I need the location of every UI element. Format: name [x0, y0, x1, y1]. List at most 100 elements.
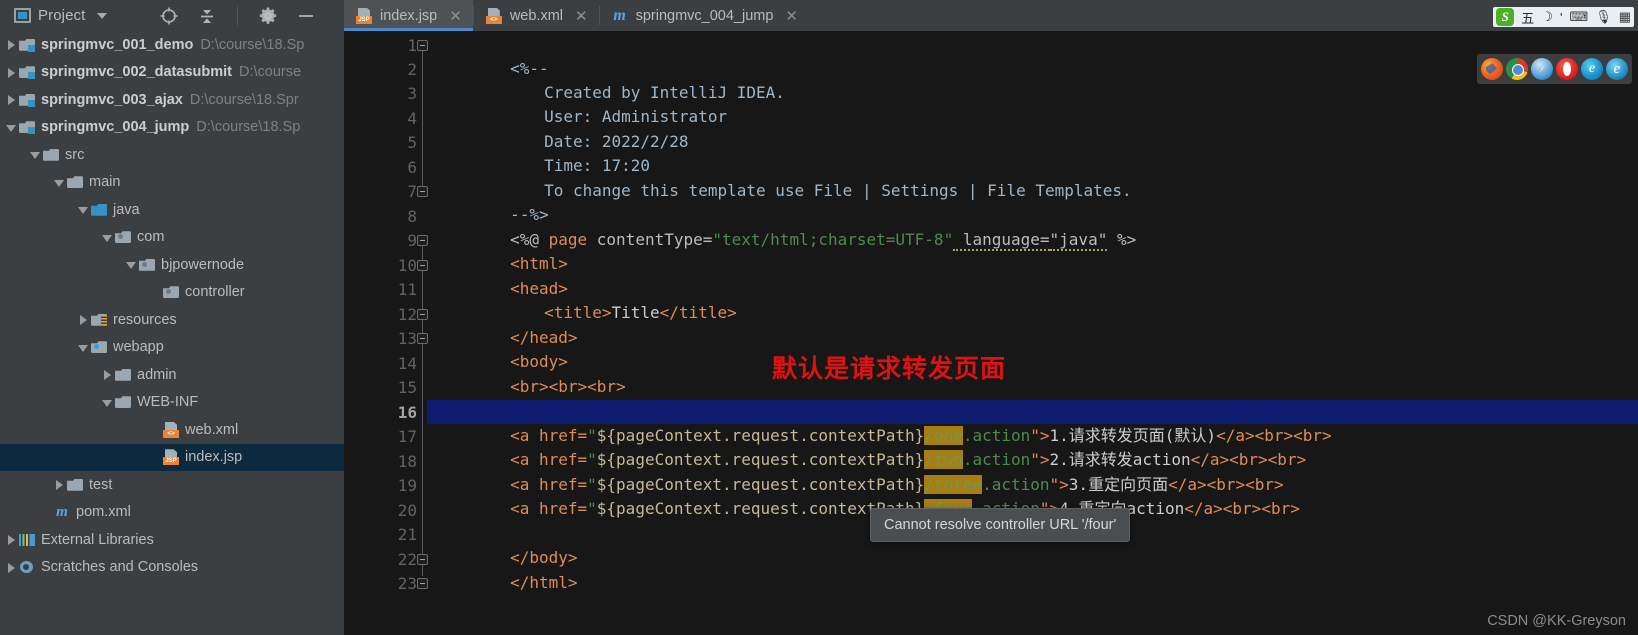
tree-node-java[interactable]: java	[0, 196, 344, 224]
source-root-folder-icon	[91, 203, 107, 217]
module-folder-icon	[19, 120, 35, 135]
expand-arrow-icon[interactable]	[78, 314, 89, 326]
tree-node-pom-xml[interactable]: m pom.xml	[0, 499, 344, 527]
tree-node-label: index.jsp	[185, 449, 243, 466]
tree-node-com[interactable]: com	[0, 224, 344, 252]
tree-node-web-xml[interactable]: web.xml	[0, 416, 344, 444]
tree-node-resources[interactable]: resources	[0, 306, 344, 334]
expand-arrow-icon[interactable]	[6, 39, 17, 51]
chevron-down-icon[interactable]	[97, 12, 108, 19]
tree-node-scratches-and-consoles[interactable]: Scratches and Consoles	[0, 554, 344, 582]
browser-launch-toolbar[interactable]	[1477, 54, 1632, 84]
close-icon[interactable]: ✕	[575, 7, 588, 25]
code-line-19[interactable]: <a href="${pageContext.request.contextPa…	[427, 473, 1638, 519]
collapse-arrow-icon[interactable]	[30, 149, 41, 160]
sogou-ime-toolbar[interactable]: S 五 ☽ ' ⌨ 🎙 ▦	[1493, 7, 1634, 27]
toolbar-divider	[237, 5, 239, 26]
collapse-arrow-icon[interactable]	[6, 122, 17, 133]
sogou-logo-icon[interactable]: S	[1496, 8, 1515, 26]
opera-icon[interactable]	[1556, 58, 1578, 80]
tree-node-admin[interactable]: admin	[0, 361, 344, 389]
locate-icon[interactable]	[159, 6, 179, 26]
expand-arrow-icon[interactable]	[54, 479, 65, 491]
tree-node-test[interactable]: test	[0, 471, 344, 499]
tab-web-xml[interactable]: web.xml ✕	[474, 0, 599, 31]
tab-index-jsp[interactable]: index.jsp ✕	[344, 0, 473, 31]
tree-node-springmvc-003-ajax[interactable]: springmvc_003_ajax D:\course\18.Spr	[0, 86, 344, 114]
tree-node-path: D:\course	[239, 64, 302, 81]
expand-arrow-icon[interactable]	[6, 562, 17, 573]
jsp-file-icon	[356, 8, 372, 24]
tab-springmvc-004-jump[interactable]: m springmvc_004_jump ✕	[600, 0, 809, 31]
code-line-18[interactable]: <a href="${pageContext.request.contextPa…	[427, 449, 1638, 495]
minimize-icon[interactable]	[296, 6, 316, 26]
tree-node-path: D:\course\18.Spr	[189, 91, 299, 108]
tree-node-label: springmvc_003_ajax	[41, 91, 183, 108]
package-icon	[139, 258, 155, 272]
tree-node-label: controller	[185, 284, 245, 301]
code-line-16[interactable]: <a href="${pageContext.request.contextPa…	[427, 400, 1638, 446]
tree-node-springmvc-001-demo[interactable]: springmvc_001_demo D:\course\18.Sp	[0, 31, 344, 59]
resources-folder-icon	[91, 313, 107, 327]
project-tree-panel[interactable]: springmvc_001_demo D:\course\18.Sp sprin…	[0, 31, 344, 635]
line-number: 23	[397, 574, 417, 593]
tree-node-bjpowernode[interactable]: bjpowernode	[0, 251, 344, 279]
line-number: 6	[407, 158, 417, 177]
jsp-file-icon	[163, 449, 179, 466]
collapse-arrow-icon[interactable]	[102, 232, 113, 243]
close-icon[interactable]: ✕	[449, 7, 462, 25]
tree-node-controller[interactable]: controller	[0, 279, 344, 307]
keyboard-icon[interactable]: ⌨	[1569, 9, 1588, 25]
package-icon	[163, 285, 179, 299]
code-line-6: To change this template use File | Setti…	[427, 155, 1638, 200]
collapse-all-icon[interactable]	[197, 6, 217, 26]
ie-icon[interactable]	[1606, 58, 1628, 80]
expand-arrow-icon[interactable]	[6, 534, 17, 546]
ime-mode-label[interactable]: 五	[1521, 8, 1534, 27]
expand-arrow-icon[interactable]	[6, 94, 17, 106]
chrome-icon[interactable]	[1506, 58, 1528, 80]
collapse-arrow-icon[interactable]	[102, 397, 113, 408]
tree-node-path: D:\course\18.Sp	[200, 36, 305, 53]
microphone-icon[interactable]: 🎙	[1595, 9, 1612, 25]
moon-icon[interactable]: ☽	[1541, 9, 1553, 25]
tree-node-label: External Libraries	[41, 531, 154, 548]
line-number: 1	[407, 36, 417, 55]
punctuation-icon[interactable]: '	[1560, 10, 1562, 25]
toolbox-grid-icon[interactable]: ▦	[1619, 9, 1631, 25]
code-editor[interactable]: 1 2 3 4 5 6 7 8 9 10 11 12 13 14 15 16 1…	[344, 31, 1638, 635]
project-tool-window-button[interactable]: Project	[0, 0, 108, 31]
tree-node-springmvc-002-datasubmit[interactable]: springmvc_002_datasubmit D:\course	[0, 59, 344, 87]
tree-node-label: test	[89, 476, 113, 493]
collapse-arrow-icon[interactable]	[126, 259, 137, 270]
collapse-arrow-icon[interactable]	[54, 177, 65, 188]
maven-icon: m	[613, 6, 626, 24]
tree-node-label: WEB-INF	[137, 394, 199, 411]
collapse-arrow-icon[interactable]	[78, 204, 89, 215]
tree-node-index-jsp[interactable]: index.jsp	[0, 443, 344, 471]
module-folder-icon	[19, 93, 35, 107]
line-number: 18	[397, 452, 417, 471]
tree-node-springmvc-004-jump[interactable]: springmvc_004_jump D:\course\18.Sp	[0, 114, 344, 142]
fold-region-line	[422, 51, 423, 191]
tree-node-external-libraries[interactable]: External Libraries	[0, 526, 344, 554]
code-line-17[interactable]: <a href="${pageContext.request.contextPa…	[427, 424, 1638, 470]
edge-icon[interactable]	[1581, 58, 1603, 80]
close-icon[interactable]: ✕	[785, 7, 798, 25]
editor-gutter[interactable]: 1 2 3 4 5 6 7 8 9 10 11 12 13 14 15 16 1…	[344, 31, 428, 635]
tree-node-src[interactable]: src	[0, 141, 344, 169]
editor-text-area[interactable]: <%-- Created by IntelliJ IDEA. User: Adm…	[427, 31, 1638, 635]
code-line-14: <br><br><br>	[427, 351, 1638, 396]
collapse-arrow-icon[interactable]	[78, 342, 89, 353]
line-number: 3	[407, 84, 417, 103]
expand-arrow-icon[interactable]	[6, 67, 17, 78]
expand-arrow-icon[interactable]	[102, 369, 113, 381]
firefox-icon[interactable]	[1481, 58, 1503, 80]
tree-node-webapp[interactable]: webapp	[0, 334, 344, 362]
line-number: 11	[397, 280, 417, 299]
safari-icon[interactable]	[1531, 58, 1553, 80]
gear-icon[interactable]	[258, 6, 278, 26]
line-number: 2	[407, 60, 417, 79]
tree-node-main[interactable]: main	[0, 169, 344, 197]
tree-node-web-inf[interactable]: WEB-INF	[0, 389, 344, 417]
